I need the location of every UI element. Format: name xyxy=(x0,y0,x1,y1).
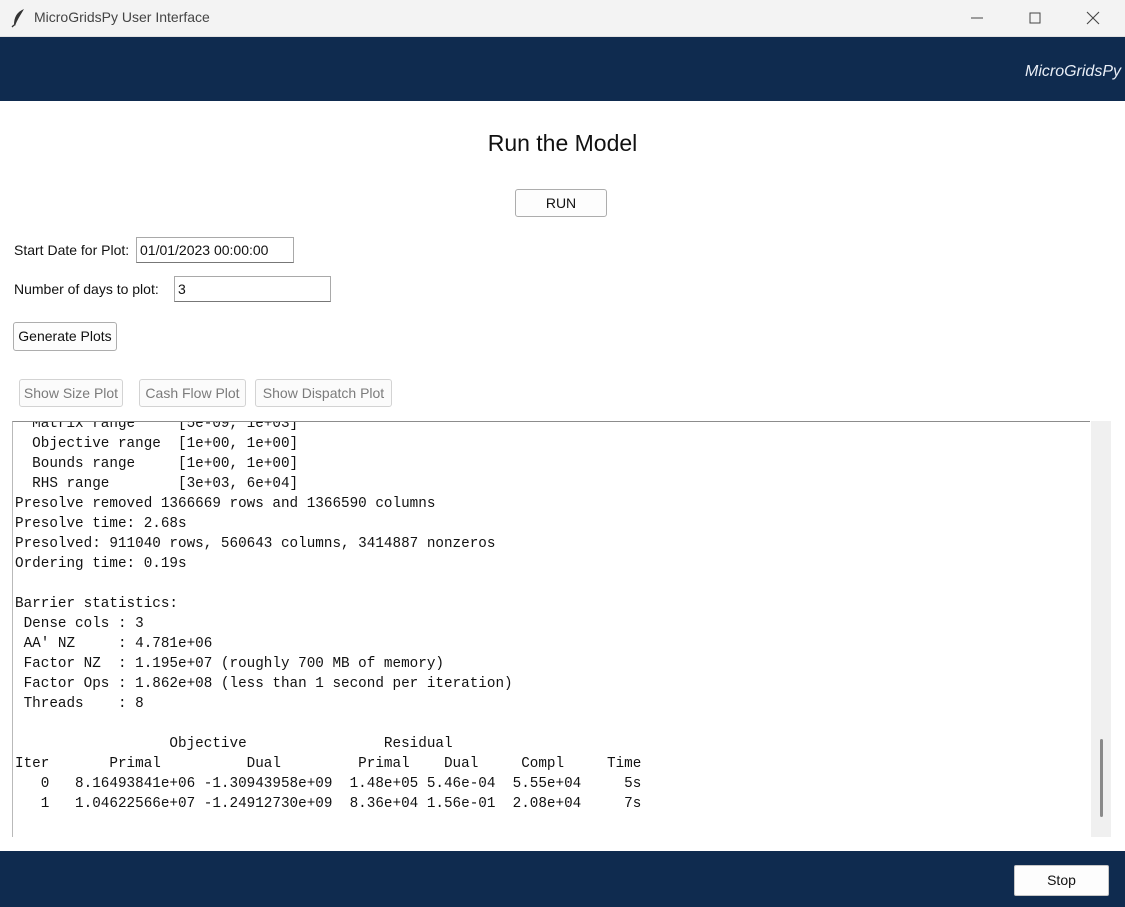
console-line: 1 1.04622566e+07 -1.24912730e+09 8.36e+0… xyxy=(15,796,642,812)
start-date-input[interactable] xyxy=(136,237,294,263)
header-band: MicroGridsPy xyxy=(0,37,1125,101)
console-line: Factor NZ : 1.195e+07 (roughly 700 MB of… xyxy=(15,656,444,672)
console-line: Presolve removed 1366669 rows and 136659… xyxy=(15,496,436,512)
console-line: Factor Ops : 1.862e+08 (less than 1 seco… xyxy=(15,676,513,692)
console-line: Bounds range [1e+00, 1e+00] xyxy=(15,456,299,472)
close-button[interactable] xyxy=(1064,0,1122,36)
stop-button[interactable]: Stop xyxy=(1014,865,1109,896)
console-line: Presolve time: 2.68s xyxy=(15,516,187,532)
window-titlebar: MicroGridsPy User Interface xyxy=(0,0,1125,37)
scrollbar-thumb[interactable] xyxy=(1100,739,1103,817)
days-to-plot-input[interactable] xyxy=(174,276,331,302)
minimize-button[interactable] xyxy=(948,0,1006,36)
console-line: Objective range [1e+00, 1e+00] xyxy=(15,436,299,452)
console-line: Presolved: 911040 rows, 560643 columns, … xyxy=(15,536,496,552)
show-dispatch-plot-button[interactable]: Show Dispatch Plot xyxy=(255,379,392,407)
console-line: Matrix range [5e-09, 1e+03] xyxy=(15,421,299,432)
feather-icon xyxy=(11,8,27,28)
page-title: Run the Model xyxy=(487,130,638,156)
footer-band: Stop xyxy=(0,851,1125,907)
show-size-plot-button[interactable]: Show Size Plot xyxy=(19,379,123,407)
minimize-icon xyxy=(971,17,983,19)
brand-label: MicroGridsPy xyxy=(1024,63,1121,80)
console-line: Ordering time: 0.19s xyxy=(15,556,187,572)
console-log-text: Matrix range [5e-09, 1e+03] Objective ra… xyxy=(15,421,642,814)
console-line: Iter Primal Dual Primal Dual Compl Time xyxy=(15,756,642,772)
console-line: Objective Residual xyxy=(15,736,453,752)
console-line: Barrier statistics: xyxy=(15,596,179,612)
run-button[interactable]: RUN xyxy=(515,189,607,217)
console-line: 0 8.16493841e+06 -1.30943958e+09 1.48e+0… xyxy=(15,776,642,792)
console-line: AA' NZ : 4.781e+06 xyxy=(15,636,213,652)
generate-plots-button[interactable]: Generate Plots xyxy=(13,322,117,351)
console-line: RHS range [3e+03, 6e+04] xyxy=(15,476,299,492)
window-title: MicroGridsPy User Interface xyxy=(34,9,210,25)
console-line: Threads : 8 xyxy=(15,696,144,712)
console-output[interactable]: Matrix range [5e-09, 1e+03] Objective ra… xyxy=(12,421,1090,837)
console-scrollbar[interactable] xyxy=(1091,421,1111,837)
days-to-plot-label: Number of days to plot: xyxy=(14,281,159,297)
close-icon xyxy=(1086,11,1100,25)
cash-flow-plot-button[interactable]: Cash Flow Plot xyxy=(139,379,246,407)
console-line: Dense cols : 3 xyxy=(15,616,144,632)
maximize-button[interactable] xyxy=(1006,0,1064,36)
maximize-icon xyxy=(1029,12,1041,24)
start-date-label: Start Date for Plot: xyxy=(14,242,130,258)
